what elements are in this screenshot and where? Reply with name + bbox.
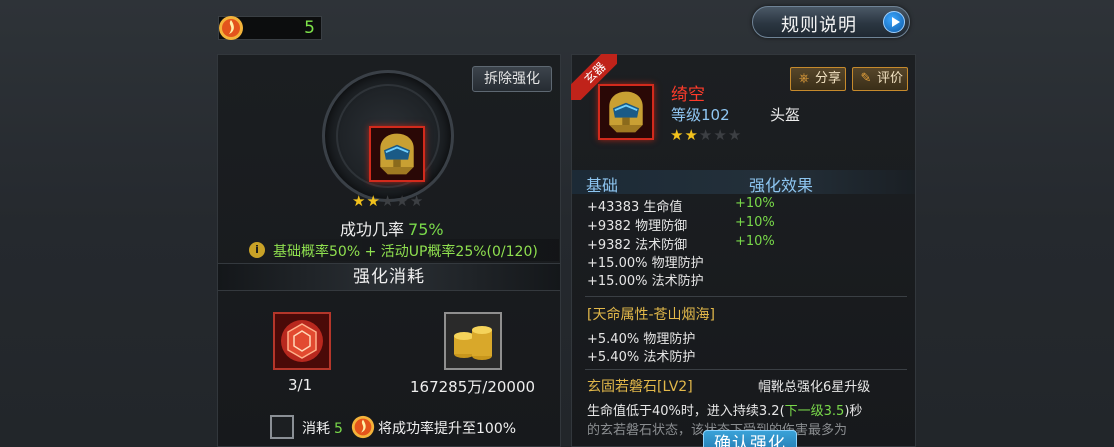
currency-count: 5 [304,18,315,38]
fate-stat: +5.40% 物理防护 [587,332,696,347]
remove-enhance-button[interactable]: 拆除强化 [472,66,552,92]
item-name: 绮空 [671,85,705,105]
consume-label-text: 消耗 [302,421,330,437]
section-divider [585,296,907,297]
consume-effect-text: 将成功率提升至100% [378,421,517,437]
star-filled-icon: ★ [684,126,698,144]
gem-effect-text: 生命值低于40%时，进入持续3.2(下一级3.5)秒 [587,400,862,419]
star-empty-icon: ★ [698,126,713,144]
fate-title: [天命属性-苍山烟海] [587,307,715,323]
forge-item-slot[interactable] [369,126,425,182]
success-rate: 成功几率 75% [340,216,444,240]
material-gold-count: 167285万/20000 [410,378,536,396]
cost-section-title: 强化消耗 [218,263,560,291]
base-stat-bonus: +10% [735,196,775,211]
base-stat: +15.00% 物理防护 [587,256,704,271]
gem-effect-prefix: 生命值低于40%时，进入持续3.2( [587,404,785,419]
edit-icon: ✎ [860,71,872,86]
gold-coins-icon [446,314,500,368]
gem-effect-suffix: )秒 [844,404,863,419]
base-stat-bonus: +10% [735,215,775,230]
material-stone-count: 3/1 [288,376,313,394]
base-stat: +9382 法术防御 [587,238,688,253]
stats-header: 基础 强化效果 [572,170,915,195]
star-filled-icon: ★ [366,192,380,210]
item-icon-slot[interactable] [598,84,654,140]
success-label: 成功几率 [340,220,405,239]
helmet-icon [371,128,423,180]
star-empty-icon: ★ [395,192,409,210]
base-stat: +9382 物理防御 [587,219,688,234]
stats-header-base: 基础 [586,176,619,195]
item-type: 头盔 [770,106,801,124]
rules-button[interactable]: 规则说明 [752,6,910,38]
consume-checkbox[interactable] [270,415,294,439]
section-divider [585,369,907,370]
fate-stat: +5.40% 法术防护 [587,350,696,365]
share-icon: ⎈ [798,71,810,86]
base-stat: +15.00% 法术防护 [587,274,704,289]
helmet-icon [600,86,652,138]
probability-info: i 基础概率50% + 活动UP概率25%(0/120) [247,239,559,261]
rate-button[interactable]: ✎ 评价 [852,67,908,91]
share-label: 分享 [815,71,842,86]
item-star-rating: ★ ★ ★ ★ ★ [670,128,741,143]
gem-title: 玄固若磐石[LV2] [587,379,693,395]
item-level: 等级102 [671,106,730,124]
refine-stone-icon [275,314,329,368]
star-filled-icon: ★ [352,192,366,210]
flame-token-icon [351,415,375,439]
rate-label: 评价 [877,71,904,86]
star-empty-icon: ★ [713,126,727,144]
play-arrow-icon [883,11,905,33]
consume-label: 消耗 5 [302,418,343,438]
star-filled-icon: ★ [670,126,684,144]
material-gold-slot[interactable] [444,312,502,370]
star-empty-icon: ★ [409,192,424,210]
base-stat: +43383 生命值 [587,200,683,215]
material-stone-slot[interactable] [273,312,331,370]
gem-effect-highlight: 下一级3.5 [784,404,845,419]
rules-label: 规则说明 [781,15,857,36]
consume-count: 5 [334,421,343,437]
flame-token-icon [219,16,243,40]
share-button[interactable]: ⎈ 分享 [790,67,846,91]
confirm-enhance-button[interactable]: 确认强化 [703,430,797,447]
stats-header-effect: 强化效果 [749,176,814,195]
currency-counter: 5 [218,16,322,40]
forge-star-rating: ★ ★ ★ ★ ★ [352,194,423,209]
gem-upgrade-note: 帽靴总强化6星升级 [758,380,871,395]
success-rate-value: 75% [408,220,444,239]
info-icon[interactable]: i [249,242,265,258]
star-empty-icon: ★ [727,126,742,144]
probability-text: 基础概率50% + 活动UP概率25%(0/120) [273,244,538,260]
base-stat-bonus: +10% [735,234,775,249]
star-empty-icon: ★ [380,192,395,210]
